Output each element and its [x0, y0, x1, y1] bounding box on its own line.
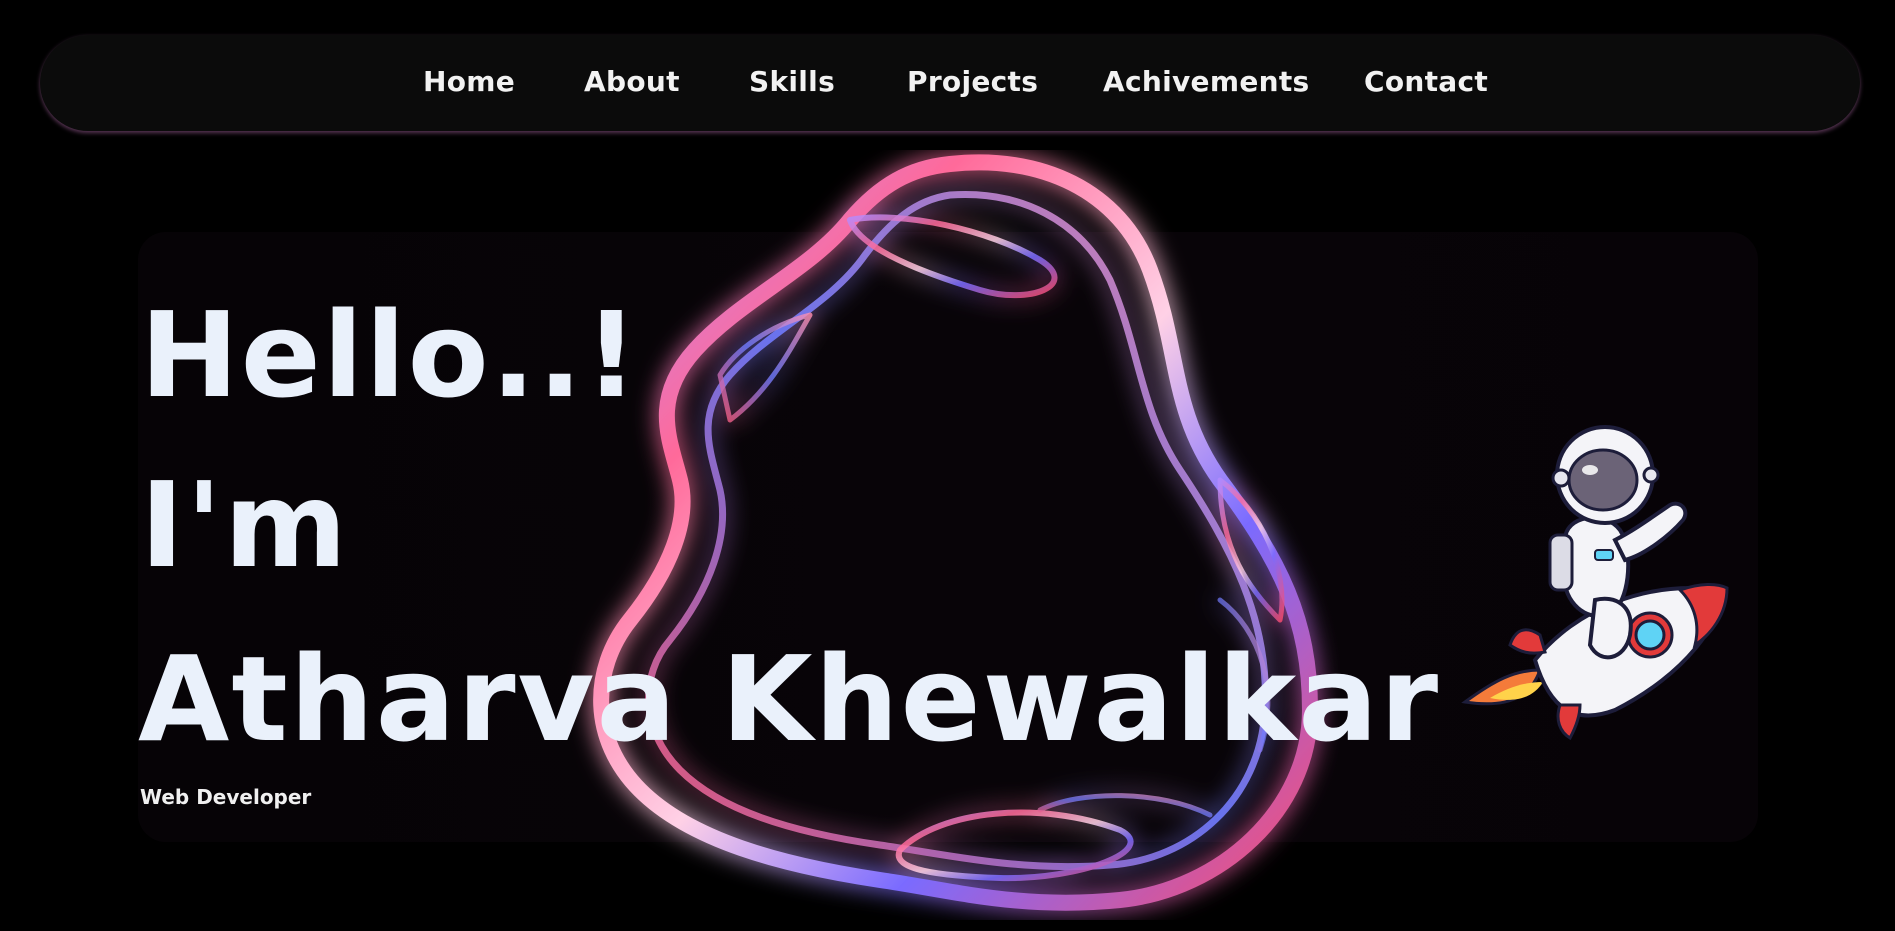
hero-role: Web Developer [140, 785, 312, 809]
top-navbar: Home About Skills Projects Achivements C… [40, 35, 1860, 131]
nav-item-achivements[interactable]: Achivements [1103, 65, 1310, 99]
nav-item-about[interactable]: About [584, 65, 680, 99]
nav-item-contact[interactable]: Contact [1364, 65, 1488, 99]
hero-name: Atharva Khewalkar [138, 630, 1441, 768]
nav-item-home[interactable]: Home [423, 65, 515, 99]
hero-intro: I'm [140, 456, 349, 594]
blob-icon [520, 150, 1340, 920]
astronaut-rocket-icon [1455, 420, 1745, 741]
nav-item-projects[interactable]: Projects [907, 65, 1038, 99]
nav-list: Home About Skills Projects Achivements C… [40, 35, 1860, 131]
hero-greeting: Hello..! [140, 286, 641, 424]
nav-item-skills[interactable]: Skills [749, 65, 835, 99]
